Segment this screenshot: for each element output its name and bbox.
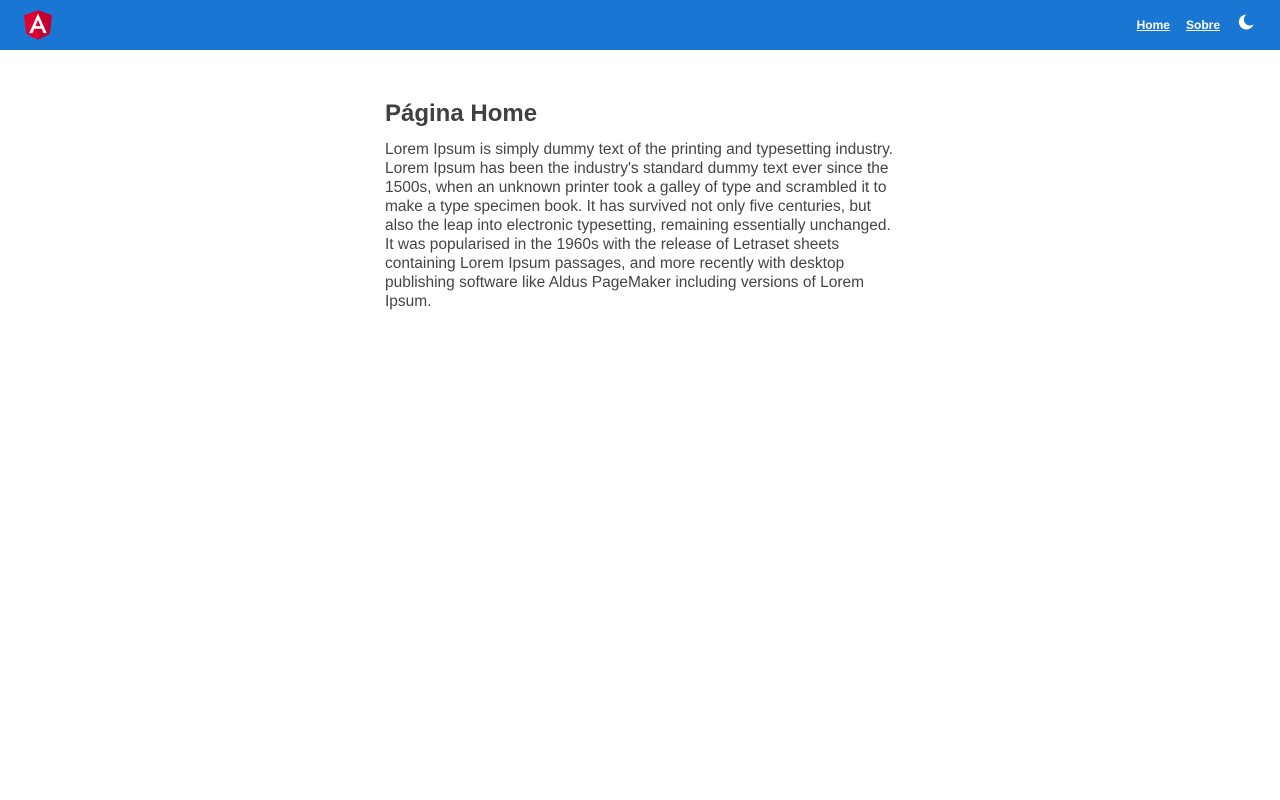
main-nav: Home Sobre	[1137, 0, 1256, 50]
page-body-text: Lorem Ipsum is simply dummy text of the …	[385, 141, 893, 310]
moon-icon	[1238, 14, 1254, 30]
nav-link-sobre[interactable]: Sobre	[1186, 18, 1220, 32]
main-content: Página Home Lorem Ipsum is simply dummy …	[385, 100, 897, 311]
theme-toggle-button[interactable]	[1236, 12, 1256, 32]
page-title: Página Home	[385, 100, 538, 127]
nav-link-home[interactable]: Home	[1137, 18, 1170, 32]
angular-logo-icon[interactable]	[24, 10, 52, 40]
top-toolbar: Home Sobre	[0, 0, 1280, 50]
